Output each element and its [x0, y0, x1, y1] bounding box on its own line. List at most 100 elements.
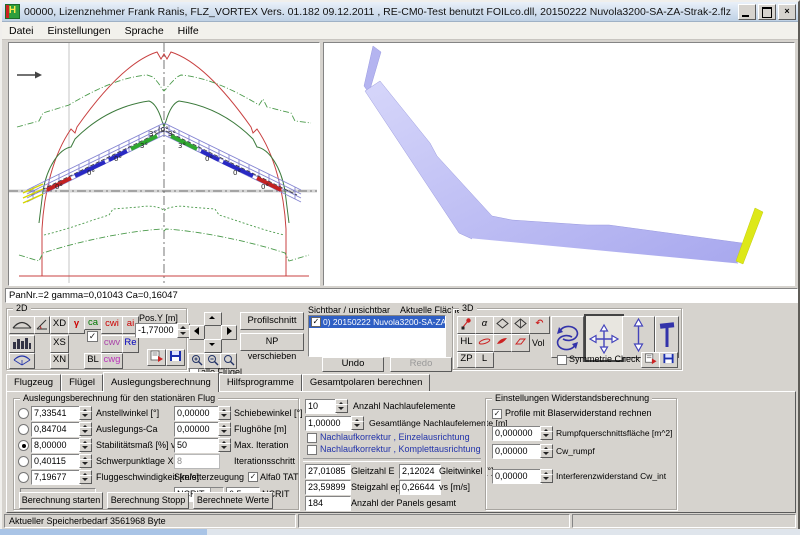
einzelausrichtung-checkbox[interactable] — [307, 433, 317, 443]
posy-input[interactable]: -1,77000 — [135, 323, 179, 338]
schwerpunktlage-input[interactable]: 0,40115 — [31, 454, 81, 469]
export-2d-button[interactable] — [147, 349, 166, 366]
menu-hilfe[interactable]: Hilfe — [171, 24, 206, 38]
bl-button[interactable]: BL — [84, 353, 102, 369]
auslegungs-ca-input[interactable]: 0,84704 — [31, 422, 81, 437]
xs-button[interactable]: XS — [50, 335, 69, 353]
export-3d-button[interactable] — [641, 352, 660, 368]
anstellwinkel-spinner[interactable] — [79, 406, 90, 420]
pan-up-button[interactable] — [204, 312, 222, 326]
panel-flat-button[interactable] — [493, 316, 512, 334]
menu-sprache[interactable]: Sprache — [118, 24, 171, 38]
cwg-button[interactable]: cwg — [101, 353, 123, 369]
cw-int-spinner[interactable] — [540, 469, 551, 483]
tab-hilfsprogramme[interactable]: Hilfsprogramme — [219, 374, 302, 392]
max-iteration-input[interactable]: 50 — [174, 438, 220, 453]
xd-button[interactable]: XD — [50, 316, 69, 334]
rumpfquerschnitt-input[interactable]: 0,000000 — [492, 426, 542, 441]
pan-down-button[interactable] — [204, 339, 222, 353]
l-button[interactable]: L — [475, 352, 494, 368]
menu-datei[interactable]: Datei — [2, 24, 41, 38]
airfoil-flat-button[interactable] — [511, 334, 530, 352]
symmetrie-check-checkbox[interactable] — [557, 355, 567, 365]
gesamtlaenge-input[interactable]: 1,00000 — [305, 416, 353, 431]
planform-view-button[interactable] — [9, 316, 35, 334]
airfoil-outline-button[interactable] — [475, 334, 494, 352]
pan-right-button[interactable] — [221, 325, 237, 340]
max-iteration-spinner[interactable] — [218, 438, 229, 452]
distribution-view-button[interactable] — [9, 335, 35, 353]
parachute-view-button[interactable] — [9, 353, 35, 369]
cw-rumpf-input[interactable]: 0,00000 — [492, 444, 542, 459]
tab-flugzeug[interactable]: Flugzeug — [6, 374, 61, 392]
diamond-icon — [496, 317, 509, 330]
posy-spinner[interactable] — [177, 323, 188, 338]
cw-int-input[interactable]: 0,00000 — [492, 469, 542, 484]
flughoehe-input[interactable]: 0,00000 — [174, 422, 220, 437]
tab-gesamtpolaren[interactable]: Gesamtpolaren berechnen — [302, 374, 431, 392]
rumpfquerschnitt-spinner[interactable] — [540, 426, 551, 440]
undo-button[interactable]: Undo — [322, 357, 384, 372]
view-3d-viewport[interactable] — [323, 42, 795, 286]
close-button[interactable]: × — [778, 4, 796, 20]
xn-button[interactable]: XN — [50, 353, 69, 369]
menu-einstellungen[interactable]: Einstellungen — [41, 24, 118, 38]
berechnete-werte-button[interactable]: Berechnete Werte — [193, 492, 273, 509]
hl-button[interactable]: HL — [457, 334, 476, 352]
fluggeschwindigkeit-input[interactable]: 7,19677 — [31, 470, 81, 485]
surface-listbox[interactable]: ✓ 0) 20150222 Nuvola3200-SA-ZA-Strak-2-W… — [308, 315, 446, 357]
berechnung-stopp-button[interactable]: Berechnung Stopp — [107, 492, 189, 509]
redo-button[interactable]: Redo — [390, 357, 452, 372]
np-verschieben-button[interactable]: NP verschieben — [240, 333, 304, 351]
schiebewinkel-input[interactable]: 0,00000 — [174, 406, 220, 421]
anstellwinkel-input[interactable]: 7,33541 — [31, 406, 81, 421]
flughoehe-spinner[interactable] — [218, 422, 229, 436]
airfoil-filled-button[interactable] — [493, 334, 512, 352]
auslegungs-ca-label: Auslegungs-Ca — [96, 424, 158, 435]
komplettausrichtung-label: Nachlaufkorrektur , Komplettausrichtung — [320, 444, 481, 455]
profilschnitt-button[interactable]: Profilschnitt — [240, 312, 304, 330]
minimize-button[interactable] — [738, 4, 756, 20]
ca-checkbox[interactable]: ✓ — [87, 331, 98, 342]
fluggeschwindigkeit-spinner[interactable] — [79, 470, 90, 484]
panel-shaded-button[interactable] — [511, 316, 530, 334]
tab-fluegel[interactable]: Flügel — [61, 374, 103, 392]
pin-button[interactable] — [457, 316, 476, 334]
radio-stabilitaetsmass[interactable] — [18, 440, 29, 451]
cw-rumpf-spinner[interactable] — [540, 444, 551, 458]
rotate-3d-button[interactable] — [551, 316, 584, 358]
cwv-button[interactable]: cwv — [101, 335, 123, 353]
gamma-button[interactable]: γ — [68, 316, 85, 334]
plot-2d-viewport[interactable]: 0° 0° 0° 3° 3° (0° 3° 3° 0° 0° 0° — [8, 42, 320, 286]
stabilitaetsmass-input[interactable]: 8,00000 — [31, 438, 81, 453]
pan-left-button[interactable] — [189, 325, 205, 340]
radio-schwerpunktlage[interactable] — [18, 456, 29, 467]
radio-anstellwinkel[interactable] — [18, 408, 29, 419]
schwerpunktlage-spinner[interactable] — [79, 454, 90, 468]
zp-button[interactable]: ZP — [457, 352, 476, 368]
alfa0-tat-checkbox[interactable]: ✓ — [248, 472, 258, 482]
view-reset-button[interactable]: ↶ — [529, 316, 550, 334]
blaserwiderstand-checkbox[interactable]: ✓ — [492, 409, 502, 419]
auslegungs-ca-spinner[interactable] — [79, 422, 90, 436]
surface-visible-checkbox[interactable]: ✓ — [311, 317, 321, 327]
stabilitaetsmass-spinner[interactable] — [79, 438, 90, 452]
surface-list-item[interactable]: ✓ 0) 20150222 Nuvola3200-SA-ZA-Strak-2-W… — [309, 316, 445, 328]
angle-view-button[interactable] — [34, 316, 50, 334]
anzahl-nachlauf-spinner[interactable] — [335, 399, 346, 413]
radio-fluggeschwindigkeit[interactable] — [18, 472, 29, 483]
parachute-icon — [11, 354, 33, 366]
cwi-button[interactable]: cwi — [101, 316, 123, 334]
komplettausrichtung-checkbox[interactable] — [307, 445, 317, 455]
schiebewinkel-spinner[interactable] — [218, 406, 229, 420]
gesamtlaenge-spinner[interactable] — [351, 416, 362, 430]
save-3d-button[interactable] — [659, 352, 678, 368]
radio-auslegungs-ca[interactable] — [18, 424, 29, 435]
alpha-button[interactable]: α — [475, 316, 494, 334]
ca-button[interactable]: ca — [84, 316, 102, 330]
anzahl-nachlauf-input[interactable]: 10 — [305, 399, 337, 414]
tab-auslegungsberechnung[interactable]: Auslegungsberechnung — [103, 372, 219, 392]
berechnung-starten-button[interactable]: Berechnung starten — [19, 492, 103, 509]
save-2d-button[interactable] — [166, 349, 185, 366]
maximize-button[interactable] — [758, 4, 776, 20]
